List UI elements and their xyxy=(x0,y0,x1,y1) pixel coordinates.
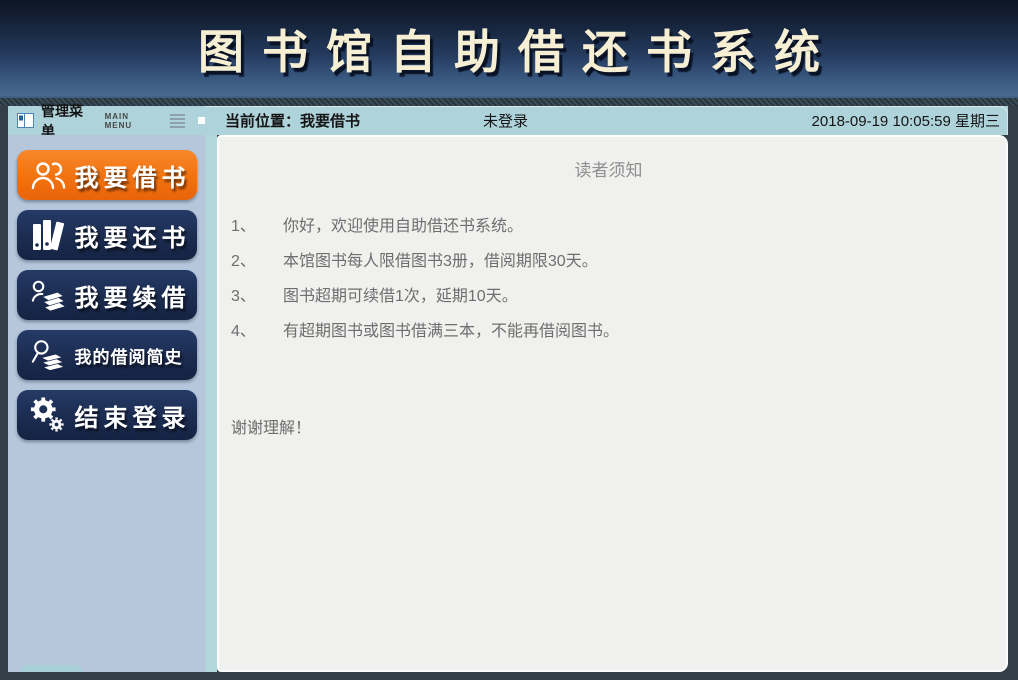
notice-item-text: 图书超期可续借1次，延期10天。 xyxy=(283,287,518,307)
main-frame: 管理菜单 MAIN MENU 当前位置：我要借书 未登录 2018-09-19 … xyxy=(0,98,1018,680)
sidebar-item-label: 结束登录 xyxy=(75,398,191,433)
notice-item-number: 2、 xyxy=(231,252,283,272)
return-book-icon xyxy=(30,217,66,253)
sidebar-item-label: 我要借书 xyxy=(75,158,191,193)
renew-book-icon xyxy=(30,277,66,313)
window-body: 我要借书 xyxy=(8,135,1008,672)
sidebar-item-label: 我要还书 xyxy=(75,218,191,253)
sidebar-item-label: 我要续借 xyxy=(75,278,191,313)
notice-list: 1、 你好，欢迎使用自助借还书系统。 2、 本馆图书每人限借图书3册，借阅期限3… xyxy=(231,217,986,342)
status-bar: 当前位置：我要借书 未登录 2018-09-19 10:05:59 星期三 xyxy=(205,106,1008,135)
borrow-book-icon xyxy=(30,157,66,193)
app-window: 图书馆自助借还书系统 管理菜单 MAIN MENU xyxy=(0,0,1018,680)
sidebar: 我要借书 xyxy=(8,135,205,672)
notice-item: 2、 本馆图书每人限借图书3册，借阅期限30天。 xyxy=(231,252,986,272)
sidebar-item-renew[interactable]: 我要续借 xyxy=(17,270,197,320)
inner-window: 管理菜单 MAIN MENU 当前位置：我要借书 未登录 2018-09-19 … xyxy=(8,106,1008,672)
notice-item: 3、 图书超期可续借1次，延期10天。 xyxy=(231,287,986,307)
window-icon xyxy=(17,113,34,128)
notice-item-text: 有超期图书或图书借满三本，不能再借阅图书。 xyxy=(283,322,619,342)
notice-item: 1、 你好，欢迎使用自助借还书系统。 xyxy=(231,217,986,237)
login-status: 未登录 xyxy=(483,110,528,131)
menu-header: 管理菜单 MAIN MENU xyxy=(8,106,205,135)
menu-subtitle: MAIN MENU xyxy=(105,112,157,130)
sidebar-item-history[interactable]: 我的借阅简史 xyxy=(17,330,197,380)
divider-strip xyxy=(205,135,217,672)
notice-footer: 谢谢理解！ xyxy=(231,414,986,438)
sidebar-item-label: 我的借阅简史 xyxy=(75,343,183,368)
breadcrumb: 当前位置：我要借书 xyxy=(225,110,360,131)
sidebar-item-return[interactable]: 我要还书 xyxy=(17,210,197,260)
sidebar-item-logout[interactable]: 结束登录 xyxy=(17,390,197,440)
datetime-display: 2018-09-19 10:05:59 星期三 xyxy=(812,110,1000,131)
square-bullet-icon xyxy=(198,117,205,124)
sidebar-footer-tab xyxy=(20,665,82,672)
notice-panel: 读者须知 1、 你好，欢迎使用自助借还书系统。 2、 本馆图书每人限借图书3册，… xyxy=(217,135,1008,672)
notice-item-number: 1、 xyxy=(231,217,283,237)
hamburger-icon[interactable] xyxy=(170,114,185,128)
notice-item-text: 你好，欢迎使用自助借还书系统。 xyxy=(283,217,523,237)
notice-title: 读者须知 xyxy=(231,156,986,181)
history-icon xyxy=(30,337,66,373)
top-bar: 管理菜单 MAIN MENU 当前位置：我要借书 未登录 2018-09-19 … xyxy=(8,106,1008,135)
logout-gear-icon xyxy=(30,397,66,433)
notice-item-number: 4、 xyxy=(231,322,283,342)
sidebar-item-borrow[interactable]: 我要借书 xyxy=(17,150,197,200)
app-header: 图书馆自助借还书系统 xyxy=(0,0,1018,98)
app-title: 图书馆自助借还书系统 xyxy=(180,16,838,82)
notice-item: 4、 有超期图书或图书借满三本，不能再借阅图书。 xyxy=(231,322,986,342)
notice-item-text: 本馆图书每人限借图书3册，借阅期限30天。 xyxy=(283,252,598,272)
notice-item-number: 3、 xyxy=(231,287,283,307)
